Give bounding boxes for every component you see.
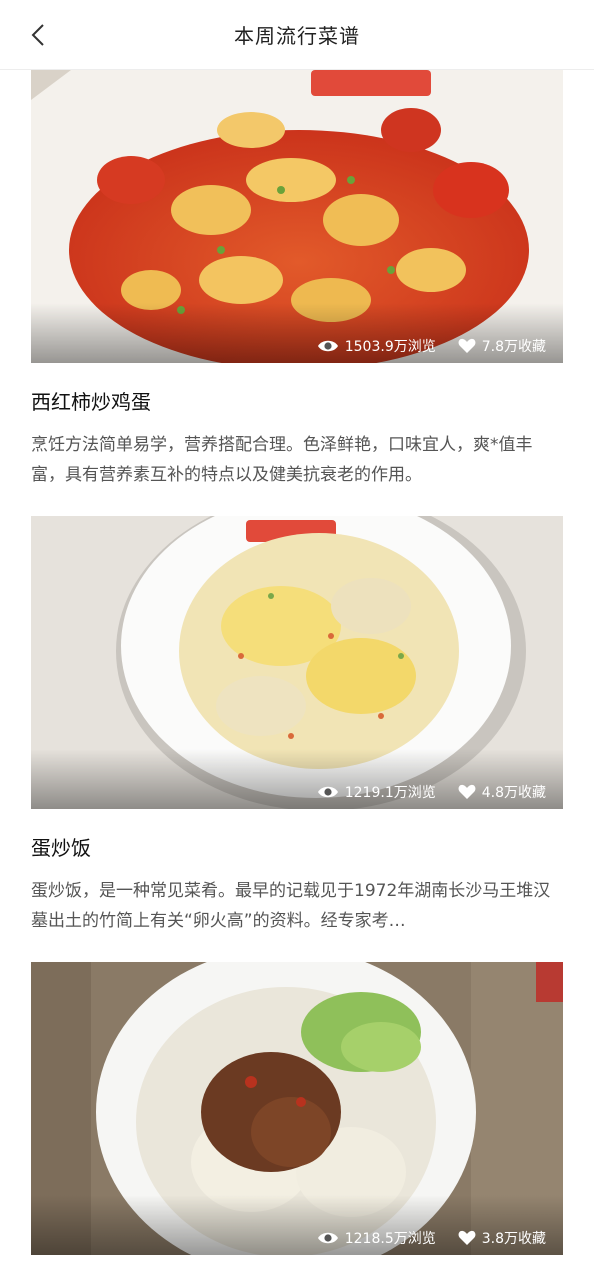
heart-icon xyxy=(458,1230,476,1245)
recipe-description: 蛋炒饭，是一种常见菜肴。最早的记载见于1972年湖南长沙马王堆汉墓出土的竹简上有… xyxy=(31,881,551,931)
heart-icon xyxy=(458,784,476,799)
recipe-stats: 1218.5万浏览 3.8万收藏 xyxy=(317,1228,546,1248)
recipe-card[interactable]: 1219.1万浏览 4.8万收藏 蛋炒饭 蛋炒饭，是一种常见菜肴。最早的记载见于… xyxy=(31,516,563,936)
favorites-count: 7.8万收藏 xyxy=(481,339,546,355)
heart-icon xyxy=(458,338,476,353)
favorites-count: 4.8万收藏 xyxy=(481,785,546,801)
top-bar: 本周流行菜谱 xyxy=(0,0,594,70)
views-count: 1219.1万浏览 xyxy=(344,785,436,801)
eye-icon xyxy=(317,340,338,352)
recipe-title[interactable]: 西红柿炒鸡蛋 xyxy=(31,388,563,416)
recipe-photo[interactable]: 1503.9万浏览 7.8万收藏 xyxy=(31,70,563,363)
favorites-count: 3.8万收藏 xyxy=(481,1231,546,1247)
recipe-photo[interactable]: 1219.1万浏览 4.8万收藏 xyxy=(31,516,563,809)
recipe-title[interactable]: 蛋炒饭 xyxy=(31,834,563,862)
recipe-photo[interactable]: 1218.5万浏览 3.8万收藏 xyxy=(31,962,563,1255)
back-button[interactable] xyxy=(20,17,56,53)
views-count: 1503.9万浏览 xyxy=(344,339,436,355)
recipe-description: 烹饪方法简单易学，营养搭配合理。色泽鲜艳，口味宜人，爽*值丰富，具有营养素互补的… xyxy=(31,435,533,485)
recipe-card[interactable]: 1503.9万浏览 7.8万收藏 西红柿炒鸡蛋 烹饪方法简单易学，营养搭配合理。… xyxy=(31,70,563,490)
page-title: 本周流行菜谱 xyxy=(234,24,360,48)
eye-icon xyxy=(317,1232,338,1244)
recipe-stats: 1219.1万浏览 4.8万收藏 xyxy=(317,782,546,802)
views-count: 1218.5万浏览 xyxy=(344,1231,436,1247)
recipe-card[interactable]: 1218.5万浏览 3.8万收藏 xyxy=(31,962,563,1255)
chevron-left-icon xyxy=(31,24,44,46)
eye-icon xyxy=(317,786,338,798)
recipe-stats: 1503.9万浏览 7.8万收藏 xyxy=(317,336,546,356)
